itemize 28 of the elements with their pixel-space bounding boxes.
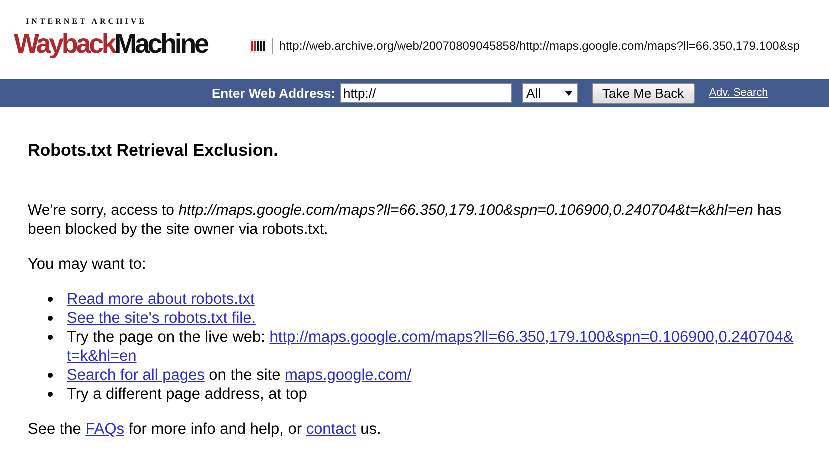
- link[interactable]: maps.google.com/: [285, 367, 412, 384]
- blocked-message: We're sorry, access to http://maps.google.com/maps?ll=66.350,179.100&spn=0.106900,0.240704&t=k&hl=en has been blocked by the site owner via robots.txt.: [28, 201, 783, 239]
- address-label: Enter Web Address:: [212, 86, 336, 100]
- link[interactable]: See the site's robots.txt file.: [67, 310, 256, 327]
- caret-icon: [564, 90, 573, 96]
- list-item: Search for all pages on the site maps.google.com/: [67, 366, 412, 385]
- link[interactable]: Read more about robots.txt: [67, 291, 255, 308]
- list-item: Try a different page address, at top: [67, 385, 308, 404]
- bullet-icon: [48, 335, 53, 340]
- wayback-icon: [250, 39, 266, 53]
- link[interactable]: t=k&hl=en: [67, 348, 137, 365]
- take-me-back-button[interactable]: Take Me Back: [592, 82, 696, 104]
- link[interactable]: Search for all pages: [67, 367, 205, 384]
- bullet-icon: [48, 297, 53, 302]
- advanced-search-link[interactable]: Adv. Search: [709, 87, 768, 99]
- bullet-icon: [48, 392, 53, 397]
- wayback-machine-logo: INTERNET ARCHIVE WaybackMachine: [14, 17, 209, 61]
- link[interactable]: http://maps.google.com/maps?ll=66.350,179.100&spn=0.106900,0.240704&: [270, 329, 794, 346]
- link[interactable]: FAQs: [86, 421, 125, 438]
- address-field[interactable]: http://: [340, 83, 512, 103]
- help-text: See the FAQs for more info and help, or contact us.: [28, 420, 382, 439]
- bullet-icon: [48, 316, 53, 321]
- scope-dropdown[interactable]: All: [522, 83, 578, 103]
- link[interactable]: contact: [306, 421, 356, 438]
- intro-text: You may want to:: [28, 255, 148, 274]
- page-heading: Robots.txt Retrieval Exclusion.: [28, 141, 280, 161]
- bullet-icon: [48, 373, 53, 378]
- archived-url: http://web.archive.org/web/20070809045858/http://maps.google.com/maps?ll=66.350,179.100&sp: [279, 39, 800, 53]
